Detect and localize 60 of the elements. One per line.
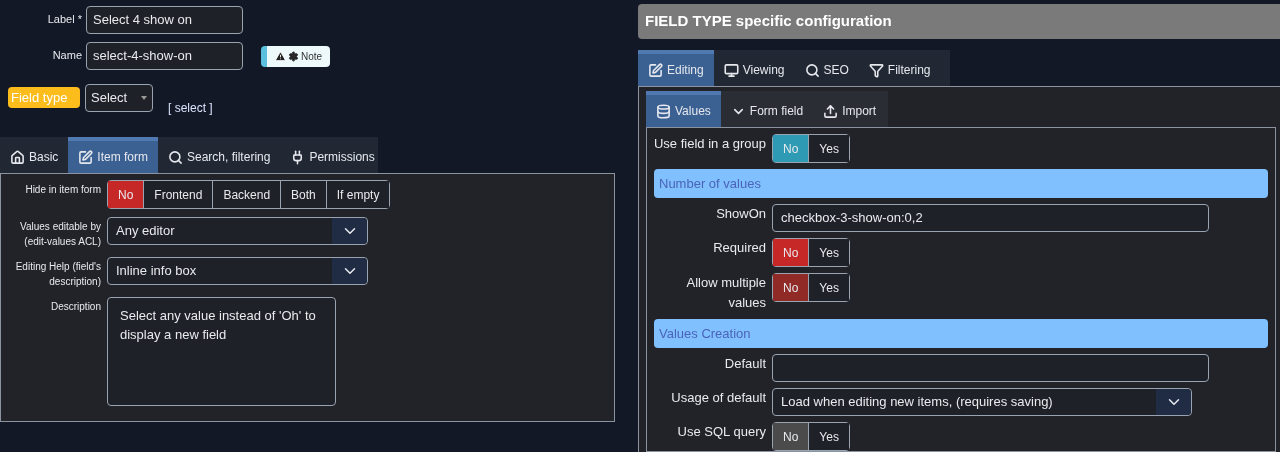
database-icon [656, 103, 671, 119]
section-header: Values Creation [654, 319, 1268, 348]
search-icon [804, 62, 820, 78]
tab[interactable]: Values [646, 91, 721, 127]
field-label: Values editable by (edit-values ACL) [19, 220, 101, 249]
pencil-square-icon [648, 62, 663, 78]
warning-icon [275, 50, 286, 62]
select-field[interactable]: Load when editing new items, (requires saving) [772, 388, 1192, 416]
tab[interactable]: Viewing [713, 50, 795, 86]
gear-icon [288, 50, 299, 62]
toggle-option[interactable]: No [108, 181, 144, 208]
toggle-option[interactable]: If empty [325, 181, 390, 208]
field-label: Required [712, 239, 766, 257]
text-field[interactable]: select-4-show-on [86, 42, 243, 70]
upload-icon [823, 103, 839, 119]
toggle-option[interactable]: Yes [808, 135, 849, 162]
monitor-icon [723, 62, 739, 78]
text-field[interactable]: checkbox-3-show-on:0,2 [772, 204, 1209, 232]
tab[interactable]: Basic [0, 137, 69, 173]
field-label: Editing Help (field's description) [14, 260, 101, 289]
field-type-code: [ select ] [168, 100, 213, 117]
field-label: Default [723, 355, 766, 373]
note-button[interactable]: Note [261, 45, 331, 67]
toggle-option[interactable]: Yes [808, 274, 849, 301]
toggle-option[interactable]: No [773, 274, 809, 301]
tab[interactable]: Import [813, 91, 887, 127]
toggle-option[interactable]: Yes [808, 239, 849, 266]
tab[interactable]: Search, filtering [158, 137, 281, 173]
tab[interactable]: Permissions [280, 137, 385, 173]
section-header: Number of values [654, 169, 1268, 198]
field-label: Hide in item form [24, 183, 101, 197]
funnel-icon [868, 62, 884, 78]
toggle-option[interactable]: No [773, 239, 809, 266]
pencil-square-icon [78, 149, 94, 165]
config-header: FIELD TYPE specific configuration [638, 4, 1280, 39]
tab[interactable]: Filtering [858, 50, 941, 86]
field-label: Name [51, 48, 82, 63]
field-label: Use field in a group [653, 135, 766, 153]
field-label: Label * [46, 12, 82, 27]
field-label: Allow multiple values [685, 274, 766, 312]
select-field[interactable]: Inline info box [107, 257, 368, 285]
field-label: Usage of default [670, 389, 766, 407]
field-type-badge: Field type [8, 87, 80, 108]
tab[interactable]: Form field [720, 91, 814, 127]
text-field[interactable]: Select 4 show on [86, 6, 243, 34]
tab[interactable]: SEO [794, 50, 859, 86]
description-field[interactable]: Select any value instead of 'Oh' to display a new field [107, 297, 336, 406]
select-field[interactable]: Any editor [107, 217, 368, 245]
home-icon [10, 149, 25, 165]
tab[interactable]: Item form [68, 137, 158, 173]
tab[interactable]: Editing [638, 50, 714, 86]
type-select[interactable]: Select [85, 83, 153, 112]
field-label: Description [49, 300, 101, 314]
field-label: ShowOn [715, 205, 766, 223]
toggle-option[interactable]: No [773, 423, 809, 450]
toggle-option[interactable]: Yes [808, 423, 849, 450]
caret-down-icon [141, 95, 147, 100]
text-field[interactable] [772, 354, 1209, 382]
field-label: Use SQL query [676, 423, 766, 441]
search-icon [168, 149, 183, 165]
